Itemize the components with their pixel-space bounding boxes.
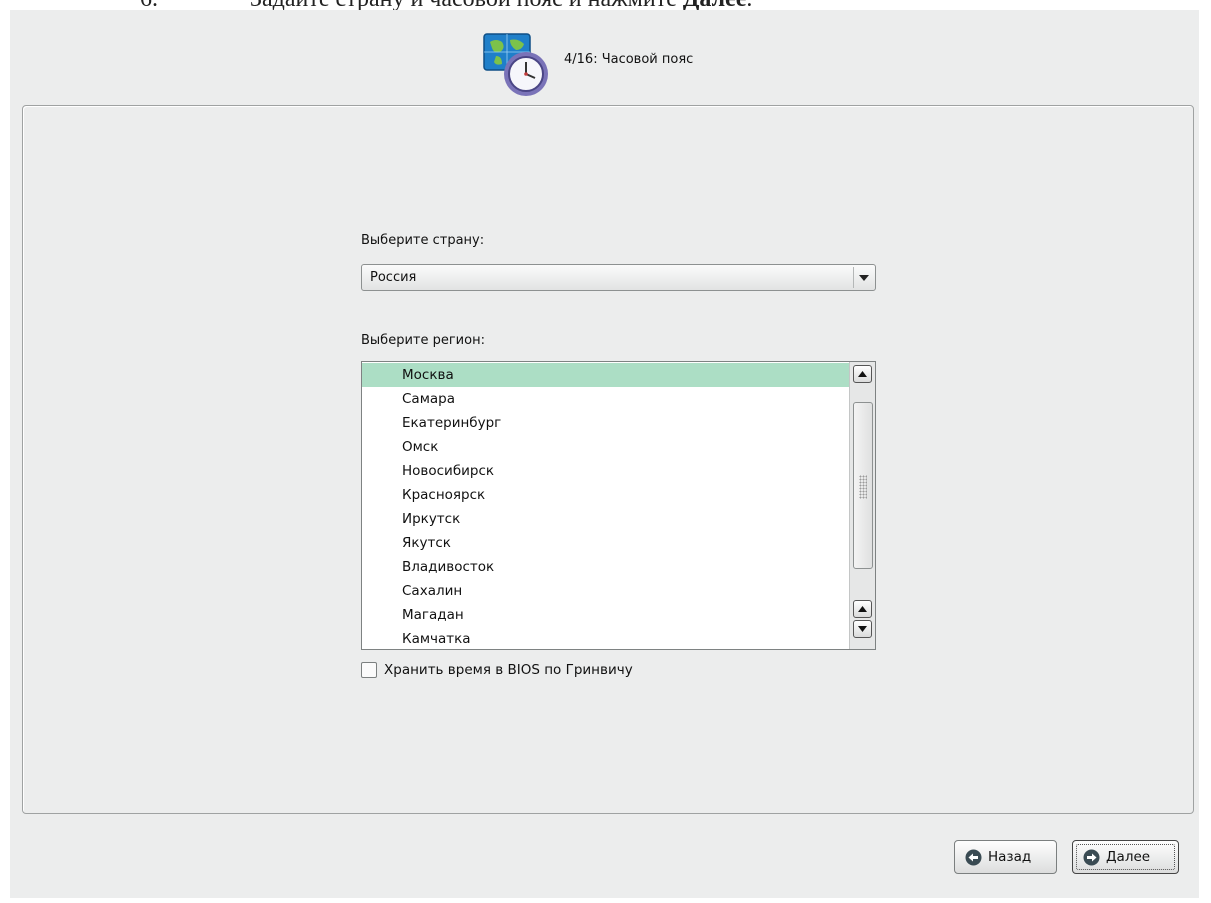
grip-dots-icon	[859, 475, 867, 499]
arrow-right-circle-icon	[1083, 849, 1100, 866]
step-text: Задайте страну и часовой пояс и нажмите	[250, 0, 683, 10]
country-label: Выберите страну:	[361, 233, 485, 248]
region-label: Выберите регион:	[361, 333, 485, 348]
scroll-up-arrow-icon[interactable]	[853, 365, 872, 383]
next-button-content: Далее	[1073, 849, 1150, 866]
arrow-left-circle-icon	[965, 849, 982, 866]
list-item-sakhalin[interactable]: Сахалин	[362, 579, 850, 603]
document-step-caption: 6.Задайте страну и часовой пояс и нажмит…	[140, 0, 1040, 10]
bios-utc-option[interactable]: Хранить время в BIOS по Гринвичу	[361, 662, 633, 678]
list-item-omsk[interactable]: Омск	[362, 435, 850, 459]
scroll-up-arrow-icon[interactable]	[853, 600, 872, 618]
step-header: 4/16: Часовой пояс	[482, 32, 693, 102]
region-list[interactable]: Москва Самара Екатеринбург Омск Новосиби…	[361, 361, 876, 650]
page-title: 4/16: Часовой пояс	[564, 51, 694, 67]
content-panel: Выберите страну: Россия Выберите регион:…	[22, 105, 1194, 814]
next-button[interactable]: Далее	[1072, 840, 1179, 874]
country-select-value: Россия	[370, 270, 417, 285]
list-item-vladivostok[interactable]: Владивосток	[362, 555, 850, 579]
list-item-magadan[interactable]: Магадан	[362, 603, 850, 627]
back-button[interactable]: Назад	[954, 840, 1057, 874]
region-list-scrollbar[interactable]	[849, 362, 875, 649]
country-select[interactable]: Россия	[361, 264, 876, 291]
list-item-yekaterinburg[interactable]: Екатеринбург	[362, 411, 850, 435]
list-item-krasnoyarsk[interactable]: Красноярск	[362, 483, 850, 507]
list-item-novosibirsk[interactable]: Новосибирск	[362, 459, 850, 483]
list-item-kamchatka[interactable]: Камчатка	[362, 627, 850, 649]
bios-utc-label[interactable]: Хранить время в BIOS по Гринвичу	[384, 662, 633, 678]
list-item-irkutsk[interactable]: Иркутск	[362, 507, 850, 531]
step-number: 6.	[140, 0, 250, 10]
bios-utc-checkbox[interactable]	[361, 662, 377, 678]
step-text-bold: Далее	[683, 0, 747, 10]
dropdown-arrow-icon[interactable]	[853, 267, 873, 288]
timezone-globe-clock-icon	[482, 32, 562, 102]
next-button-label: Далее	[1106, 849, 1151, 865]
list-item-yakutsk[interactable]: Якутск	[362, 531, 850, 555]
installer-screen: 4/16: Часовой пояс Выберите страну: Росс…	[10, 10, 1199, 898]
list-item-samara[interactable]: Самара	[362, 387, 850, 411]
scroll-down-arrow-icon[interactable]	[853, 620, 872, 638]
back-button-label: Назад	[988, 849, 1032, 865]
list-item-moscow[interactable]: Москва	[362, 363, 850, 387]
scrollbar-thumb[interactable]	[853, 402, 873, 569]
step-text-end: .	[746, 0, 752, 10]
